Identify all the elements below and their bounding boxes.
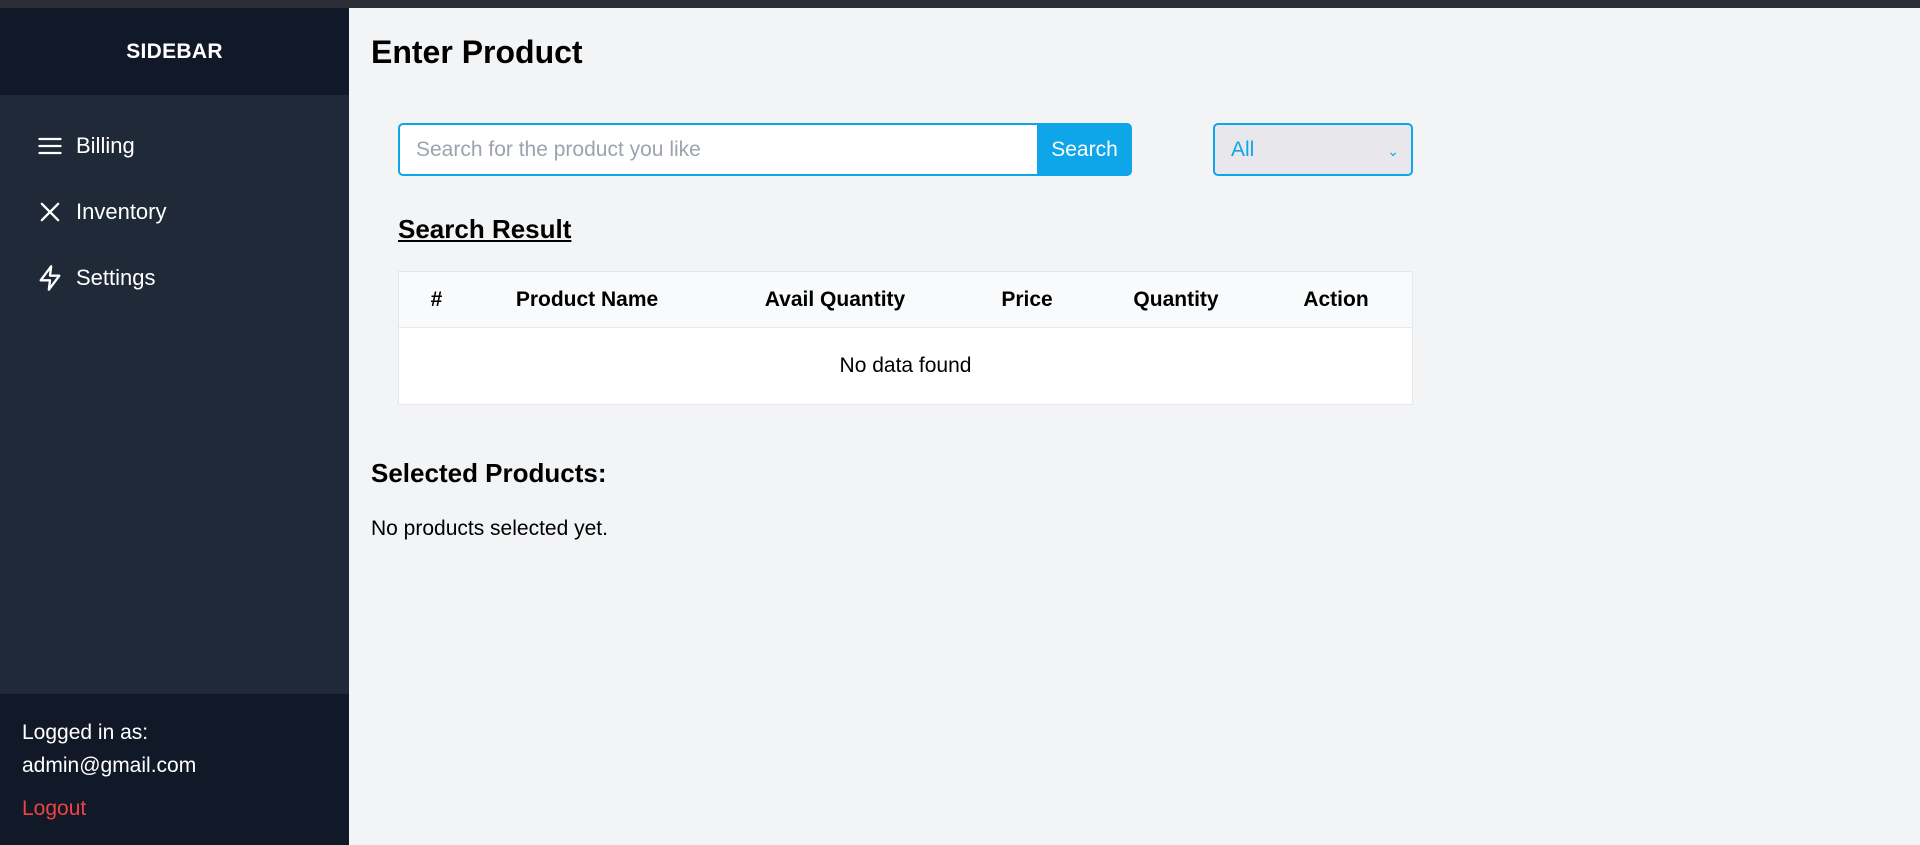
search-input[interactable] bbox=[398, 123, 1037, 176]
column-header-index: # bbox=[430, 287, 443, 311]
sidebar: SIDEBAR Billing Inventory Settings Logge… bbox=[0, 8, 349, 845]
table-header-row: # Product Name Avail Quantity Price Quan… bbox=[399, 272, 1412, 328]
sidebar-nav: Billing Inventory Settings bbox=[0, 95, 349, 311]
column-header-product-name: Product Name bbox=[515, 287, 659, 311]
sidebar-item-label: Inventory bbox=[76, 199, 167, 224]
chevron-down-icon: ⌄ bbox=[1387, 143, 1399, 159]
selected-products-title: Selected Products: bbox=[371, 458, 607, 488]
sidebar-item-label: Settings bbox=[76, 265, 156, 290]
user-email: admin@gmail.com bbox=[22, 754, 197, 777]
close-icon bbox=[36, 198, 64, 226]
logged-in-label: Logged in as: bbox=[22, 721, 149, 744]
column-header-price: Price bbox=[1001, 287, 1053, 311]
menu-icon bbox=[36, 132, 64, 160]
lightning-icon bbox=[36, 264, 64, 292]
search-button[interactable]: Search bbox=[1037, 123, 1132, 176]
window-top-bar bbox=[0, 0, 1920, 8]
sidebar-item-label: Billing bbox=[76, 133, 135, 158]
main-content: Enter Product Search All ⌄ Search Result… bbox=[349, 8, 1920, 845]
sidebar-item-inventory[interactable]: Inventory bbox=[0, 179, 349, 245]
column-header-quantity: Quantity bbox=[1133, 287, 1219, 311]
sidebar-title: SIDEBAR bbox=[0, 8, 349, 95]
filter-selected-value: All bbox=[1231, 137, 1255, 161]
category-filter-select[interactable]: All ⌄ bbox=[1213, 123, 1413, 176]
logout-link[interactable]: Logout bbox=[22, 792, 86, 825]
column-header-avail-quantity: Avail Quantity bbox=[764, 287, 906, 311]
table-empty-message: No data found bbox=[839, 354, 972, 377]
sidebar-item-billing[interactable]: Billing bbox=[0, 113, 349, 179]
search-result-table: # Product Name Avail Quantity Price Quan… bbox=[398, 271, 1413, 405]
search-bar: Search bbox=[398, 123, 1132, 176]
column-header-action: Action bbox=[1303, 287, 1369, 311]
sidebar-footer: Logged in as: admin@gmail.com Logout bbox=[0, 694, 349, 845]
page-title: Enter Product bbox=[371, 34, 583, 70]
sidebar-item-settings[interactable]: Settings bbox=[0, 245, 349, 311]
selected-products-empty-message: No products selected yet. bbox=[371, 517, 608, 540]
search-result-title: Search Result bbox=[398, 214, 572, 244]
